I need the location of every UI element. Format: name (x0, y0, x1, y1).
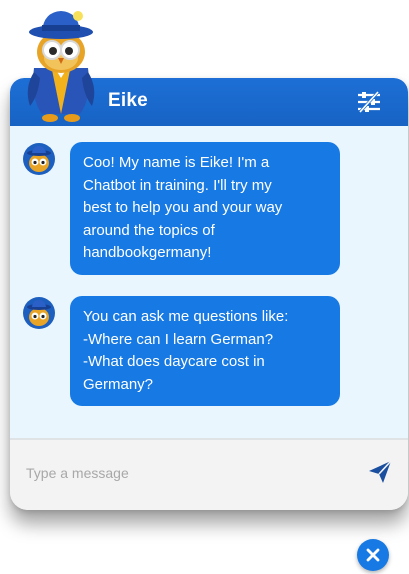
message-text: around the topics of (83, 221, 215, 239)
owl-avatar-icon (23, 297, 55, 329)
chat-widget: Eike Coo! My name is Eike! I'm a Chatbot… (0, 0, 409, 574)
message-text: Germany? (83, 375, 154, 393)
message-list[interactable]: Coo! My name is Eike! I'm a Chatbot in t… (10, 126, 408, 438)
owl-avatar-icon (23, 143, 55, 175)
message-text: best to help you and your way (83, 199, 283, 216)
message-text: Coo! My name is Eike! I'm a (83, 154, 270, 171)
message-input-bar (10, 440, 408, 510)
message-text: Chatbot in training. I'll try my (83, 176, 272, 194)
message-text: -Where can I learn German? (83, 330, 274, 348)
chat-window: Eike Coo! My name is Eike! I'm a Chatbot… (10, 78, 408, 510)
send-icon[interactable] (366, 458, 394, 486)
bot-message-bubble: Coo! My name is Eike! I'm a Chatbot in t… (70, 142, 340, 275)
close-icon (366, 548, 380, 562)
message-text: You can ask me questions like: (83, 308, 289, 325)
close-button[interactable] (357, 539, 389, 571)
message-text: -What does daycare cost in (83, 353, 265, 370)
chat-title: Eike (108, 90, 148, 111)
message-text: handbookgermany! (83, 244, 212, 261)
owl-mascot-icon (27, 11, 95, 122)
message-input[interactable] (24, 458, 348, 488)
filter-icon[interactable] (356, 90, 382, 114)
bot-message-bubble: You can ask me questions like: -Where ca… (70, 296, 340, 406)
